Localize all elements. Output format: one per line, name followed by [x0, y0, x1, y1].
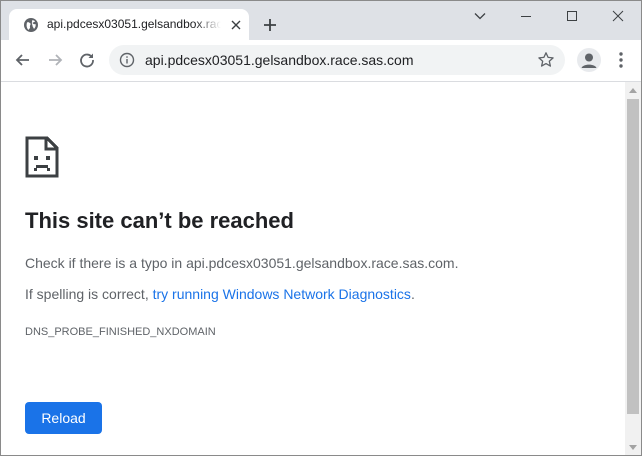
scroll-thumb[interactable] — [627, 99, 639, 414]
reload-button[interactable]: Reload — [25, 402, 102, 434]
scroll-down-icon — [629, 444, 637, 450]
scroll-up-icon — [629, 87, 637, 93]
window-close-button[interactable] — [595, 1, 641, 31]
minimize-button[interactable] — [503, 1, 549, 31]
scroll-up-arrow[interactable] — [625, 82, 641, 98]
error-suggestion-diagnostics: If spelling is correct, try running Wind… — [25, 286, 415, 302]
forward-button[interactable] — [45, 50, 65, 70]
url-text[interactable]: api.pdcesx03051.gelsandbox.race.sas.com — [145, 52, 414, 68]
back-button[interactable] — [13, 50, 33, 70]
kebab-menu-icon[interactable] — [613, 50, 629, 70]
sad-page-icon — [25, 136, 59, 178]
avatar-icon — [581, 53, 597, 68]
error-suggestion-typo: Check if there is a typo in api.pdcesx03… — [25, 255, 459, 271]
minimize-icon — [521, 16, 531, 17]
address-bar[interactable]: api.pdcesx03051.gelsandbox.race.sas.com — [109, 45, 565, 75]
maximize-button[interactable] — [549, 1, 595, 31]
tab-search-button[interactable] — [457, 1, 503, 31]
diagnostics-prefix: If spelling is correct, — [25, 286, 153, 302]
chevron-down-icon — [474, 13, 486, 20]
reload-icon — [80, 53, 94, 68]
info-icon[interactable] — [119, 52, 135, 68]
star-icon[interactable] — [537, 51, 555, 69]
error-page: This site can’t be reached Check if ther… — [1, 82, 625, 455]
profile-avatar[interactable] — [577, 48, 601, 72]
error-title: This site can’t be reached — [25, 208, 294, 233]
diagnostics-suffix: . — [410, 286, 415, 302]
tab-title: api.pdcesx03051.gelsandbox.race.sas.com — [47, 17, 221, 31]
active-tab[interactable]: api.pdcesx03051.gelsandbox.race.sas.com — [9, 9, 249, 40]
vertical-scrollbar[interactable] — [625, 82, 641, 455]
network-diagnostics-link[interactable]: try running Windows Network Diagnostics — [153, 286, 411, 302]
tab-close-icon[interactable] — [229, 18, 243, 32]
error-code: DNS_PROBE_FINISHED_NXDOMAIN — [25, 326, 216, 338]
browser-toolbar: api.pdcesx03051.gelsandbox.race.sas.com — [1, 40, 641, 82]
maximize-icon — [567, 11, 577, 21]
tab-strip: api.pdcesx03051.gelsandbox.race.sas.com — [1, 1, 641, 40]
back-arrow-icon — [15, 54, 29, 66]
scroll-down-arrow[interactable] — [625, 439, 641, 455]
close-icon — [612, 10, 624, 22]
reload-toolbar-button[interactable] — [77, 50, 97, 70]
plus-icon[interactable] — [261, 16, 279, 34]
browser-window: api.pdcesx03051.gelsandbox.race.sas.com — [0, 0, 642, 456]
forward-arrow-icon — [49, 54, 63, 66]
globe-icon — [24, 18, 38, 32]
